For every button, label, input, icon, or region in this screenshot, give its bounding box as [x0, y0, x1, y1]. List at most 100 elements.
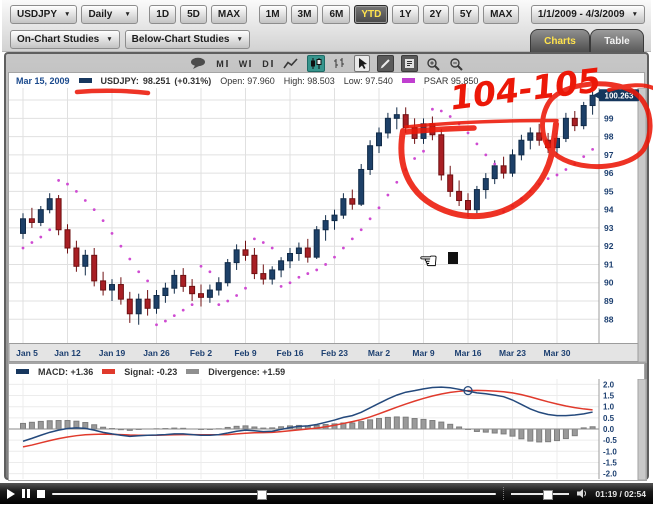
candle[interactable] [430, 124, 435, 135]
candle[interactable] [537, 133, 542, 140]
candle[interactable] [288, 253, 293, 260]
candle[interactable] [92, 255, 97, 281]
volume-slider[interactable] [511, 489, 569, 499]
candle[interactable] [555, 138, 560, 147]
candle[interactable] [270, 270, 275, 279]
candle[interactable] [546, 140, 551, 147]
weekly-view-button[interactable]: W [237, 59, 254, 69]
candle[interactable] [47, 199, 52, 210]
period-button-6m[interactable]: 6M [322, 5, 350, 24]
interval-dropdown[interactable]: Daily [81, 5, 137, 24]
candle[interactable] [207, 290, 212, 297]
candle[interactable] [127, 299, 132, 314]
candle[interactable] [163, 288, 168, 295]
candle[interactable] [154, 296, 159, 309]
daily-view-button[interactable]: D [260, 59, 275, 69]
on-chart-studies-dropdown[interactable]: On-Chart Studies [10, 30, 120, 49]
seek-thumb[interactable] [257, 490, 267, 500]
candle[interactable] [216, 283, 221, 290]
below-chart-studies-dropdown[interactable]: Below-Chart Studies [125, 30, 250, 49]
tab-table[interactable]: Table [590, 29, 644, 52]
candle[interactable] [172, 275, 177, 288]
volume-thumb[interactable] [543, 490, 553, 500]
candle[interactable] [199, 294, 204, 298]
period-button-1m[interactable]: 1M [259, 5, 287, 24]
candle[interactable] [492, 166, 497, 179]
zoom-out-icon[interactable] [448, 56, 464, 71]
candle[interactable] [145, 299, 150, 308]
candlestick-chart-type-icon[interactable] [307, 55, 325, 72]
tab-charts[interactable]: Charts [530, 29, 590, 52]
period-button-max[interactable]: MAX [483, 5, 519, 24]
annotation-bubble-icon[interactable] [189, 56, 207, 71]
candle[interactable] [225, 263, 230, 283]
range-button-5d[interactable]: 5D [180, 5, 207, 24]
candle[interactable] [563, 118, 568, 138]
candle[interactable] [252, 255, 257, 273]
seek-bar[interactable] [52, 489, 496, 499]
candle[interactable] [101, 281, 106, 290]
play-button[interactable] [7, 489, 15, 499]
candle[interactable] [118, 285, 123, 300]
candle[interactable] [350, 199, 355, 204]
candle[interactable] [181, 275, 186, 286]
candle[interactable] [110, 285, 115, 290]
candle[interactable] [341, 199, 346, 215]
candle[interactable] [581, 106, 586, 126]
candlestick-chart[interactable]: 999897969594939291908988100.263Jan 5Jan … [8, 88, 647, 363]
candle[interactable] [83, 255, 88, 266]
period-button-ytd[interactable]: YTD [354, 5, 388, 24]
candle[interactable] [136, 299, 141, 314]
candle[interactable] [21, 219, 26, 234]
candle[interactable] [305, 248, 310, 257]
range-button-1d[interactable]: 1D [149, 5, 176, 24]
news-tool-icon[interactable] [401, 55, 418, 72]
zoom-in-icon[interactable] [425, 56, 441, 71]
candle[interactable] [394, 115, 399, 119]
candle[interactable] [403, 115, 408, 128]
candle[interactable] [296, 248, 301, 253]
candle[interactable] [377, 133, 382, 146]
candle[interactable] [323, 221, 328, 230]
candle[interactable] [439, 135, 444, 175]
speaker-icon[interactable] [576, 488, 588, 499]
candle[interactable] [572, 118, 577, 125]
draw-tool-icon[interactable] [377, 55, 394, 72]
monthly-view-button[interactable]: M [214, 59, 230, 69]
candle[interactable] [65, 230, 70, 248]
macd-chart[interactable]: 2.01.51.00.50.0-0.5-1.0-1.5-2.0 [8, 379, 647, 481]
candle[interactable] [457, 191, 462, 200]
candle[interactable] [412, 127, 417, 138]
stop-button[interactable] [37, 490, 45, 498]
candle[interactable] [332, 215, 337, 220]
candle[interactable] [474, 190, 479, 210]
candle[interactable] [519, 140, 524, 155]
candle[interactable] [314, 230, 319, 257]
period-button-5y[interactable]: 5Y [453, 5, 479, 24]
candle[interactable] [56, 199, 61, 230]
period-button-3m[interactable]: 3M [291, 5, 319, 24]
candle[interactable] [590, 95, 595, 105]
candle[interactable] [190, 286, 195, 293]
candle[interactable] [510, 155, 515, 173]
candle[interactable] [279, 261, 284, 270]
candle[interactable] [243, 250, 248, 255]
candle[interactable] [385, 118, 390, 133]
candle[interactable] [29, 219, 34, 223]
candle[interactable] [359, 169, 364, 204]
candle[interactable] [421, 124, 426, 139]
period-button-1y[interactable]: 1Y [392, 5, 418, 24]
candle[interactable] [368, 146, 373, 170]
candle[interactable] [528, 133, 533, 140]
candle[interactable] [234, 250, 239, 263]
pause-button[interactable] [22, 489, 30, 498]
date-range-dropdown[interactable]: 1/1/2009 - 4/3/2009 [531, 5, 645, 24]
symbol-dropdown[interactable]: USDJPY [10, 5, 77, 24]
ohlc-chart-type-icon[interactable] [332, 56, 347, 71]
line-chart-type-icon[interactable] [282, 56, 300, 71]
candle[interactable] [74, 248, 79, 266]
cursor-tool-icon[interactable] [354, 55, 370, 72]
candle[interactable] [466, 201, 471, 210]
candle[interactable] [261, 274, 266, 279]
candle[interactable] [501, 166, 506, 173]
